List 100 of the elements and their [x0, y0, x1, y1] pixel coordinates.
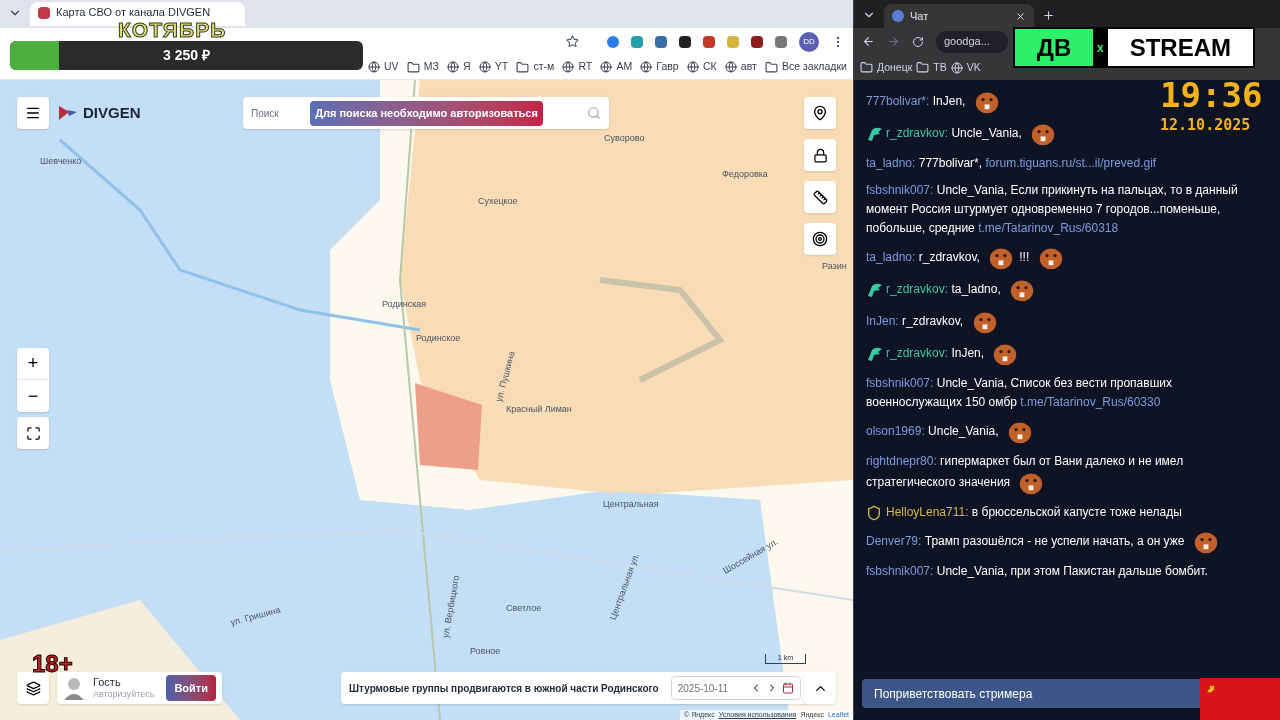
- chat-username[interactable]: r_zdravkov:: [886, 282, 949, 297]
- globe-icon: [368, 61, 380, 73]
- auth-toast: Для поиска необходимо авторизоваться: [310, 101, 543, 126]
- menu-icon: [25, 105, 41, 121]
- chat-username[interactable]: 777bolivar*:: [866, 94, 930, 109]
- place-label: Ровное: [470, 645, 501, 658]
- chat-message: ta_ladno: 777bolivar*, forum.tiguans.ru/st...il/preved.gif: [866, 155, 1157, 172]
- star-icon[interactable]: [566, 35, 579, 48]
- donation-overlay: 3 250 ₽: [10, 41, 363, 70]
- chat-message: r_zdravkov: InJen,: [866, 342, 1024, 366]
- eagle-badge-icon: [866, 126, 884, 142]
- chat-username[interactable]: fsbshnik007:: [866, 564, 934, 578]
- logo-text: DIVGEN: [83, 102, 141, 123]
- extension-icon[interactable]: [751, 35, 763, 48]
- back-icon[interactable]: [862, 35, 875, 48]
- chat-username[interactable]: r_zdravkov:: [886, 126, 949, 141]
- menu-button[interactable]: [17, 97, 49, 129]
- place-label: Родинское: [416, 332, 461, 345]
- chat-username[interactable]: r_zdravkov:: [886, 346, 949, 361]
- chat-link[interactable]: forum.tiguans.ru/st...il/preved.gif: [985, 156, 1157, 170]
- chat-message: olson1969: Uncle_Vania,: [866, 420, 1038, 444]
- place-label: Светлое: [506, 602, 542, 615]
- globe-icon: [686, 61, 699, 73]
- login-button[interactable]: Войти: [166, 675, 216, 701]
- globe-icon: [640, 61, 653, 73]
- chat-link[interactable]: t.me/Tatarinov_Rus/60330: [1020, 395, 1161, 409]
- bookmark[interactable]: авт: [722, 59, 759, 75]
- tab-favicon-icon: [892, 10, 904, 22]
- date-field[interactable]: 2025-10-11: [670, 676, 801, 700]
- chat-username[interactable]: Denver79:: [866, 534, 922, 549]
- chat-username[interactable]: olson1969:: [866, 424, 925, 439]
- chat-username[interactable]: ta_ladno:: [866, 250, 916, 265]
- date-overlay: 12.10.2025: [1160, 115, 1251, 136]
- avatar-icon: [63, 676, 85, 700]
- bookmark[interactable]: МЗ: [404, 59, 441, 75]
- map-pin-icon: [812, 105, 828, 121]
- calendar-icon[interactable]: [781, 682, 794, 694]
- zoom-out-button[interactable]: −: [17, 380, 49, 412]
- clock-overlay: 19:36: [1160, 74, 1263, 117]
- address-bar[interactable]: goodga...: [936, 30, 1008, 53]
- bookmark[interactable]: Донецк: [858, 59, 915, 76]
- place-label: Разин: [822, 260, 847, 273]
- fullscreen-icon: [25, 425, 41, 441]
- place-label: ул. Гришина: [229, 603, 283, 630]
- age-rating-overlay: 18+: [32, 649, 73, 679]
- lock-button[interactable]: [804, 139, 836, 171]
- target-button[interactable]: [804, 223, 836, 255]
- bookmark[interactable]: RT: [560, 59, 595, 75]
- place-label: Шевченко: [40, 155, 82, 168]
- chat-message: 777bolivar*: InJen,: [866, 90, 1005, 114]
- eagle-badge-icon: [866, 282, 884, 298]
- news-headline: Штурмовые группы продвигаются в южной части Родинского: [349, 681, 659, 696]
- new-tab-icon[interactable]: [1042, 9, 1055, 22]
- folder-icon: [765, 60, 778, 74]
- browser-tab[interactable]: Чат: [884, 4, 1034, 28]
- zoom-in-button[interactable]: +: [17, 348, 49, 380]
- bookmark[interactable]: ТВ: [914, 59, 949, 76]
- bookmark[interactable]: ст-м: [514, 59, 557, 75]
- place-label: ул. Вербицкого: [439, 574, 463, 639]
- chat-message: HelloyLena711: в брюссельской капусте тоже нелады: [866, 503, 1182, 522]
- bookmark[interactable]: YT: [476, 59, 511, 75]
- bookmark[interactable]: Все закладки: [763, 59, 849, 75]
- lock-icon: [812, 147, 828, 163]
- ruler-button[interactable]: [804, 181, 836, 213]
- bookmark[interactable]: AM: [598, 59, 635, 75]
- user-name: Гость: [93, 675, 122, 690]
- profile-avatar[interactable]: DD: [799, 31, 819, 52]
- chat-username[interactable]: ta_ladno:: [866, 156, 916, 170]
- layers-button[interactable]: [17, 672, 49, 704]
- user-hint: Авторизуйтесь: [93, 689, 155, 701]
- chat-message: InJen: r_zdravkov,: [866, 310, 1003, 334]
- chat-username[interactable]: fsbshnik007:: [866, 376, 934, 390]
- bookmark[interactable]: Гавр: [638, 59, 681, 75]
- chat-username[interactable]: fsbshnik007:: [866, 183, 934, 197]
- fullscreen-button[interactable]: [17, 417, 49, 449]
- chat-link[interactable]: t.me/Tatarinov_Rus/60318: [978, 221, 1119, 235]
- eagle-badge-icon: [866, 346, 884, 362]
- logo-icon: [57, 104, 79, 122]
- chat-username[interactable]: rightdnepr80:: [866, 454, 937, 468]
- bookmark[interactable]: UV: [366, 59, 401, 75]
- ruler-icon: [812, 189, 828, 205]
- shield-badge-icon: [866, 504, 882, 521]
- reload-icon[interactable]: [912, 35, 924, 48]
- close-icon[interactable]: [1015, 10, 1026, 22]
- extension-icon[interactable]: [679, 35, 691, 48]
- chat-message: r_zdravkov: ta_ladno,: [866, 278, 1041, 302]
- chat-username[interactable]: HelloyLena711:: [886, 505, 969, 519]
- place-label: Центральная: [603, 498, 659, 511]
- place-label: Красный Лиман: [506, 403, 572, 416]
- bookmark[interactable]: Я: [445, 59, 473, 75]
- bookmark[interactable]: VK: [948, 59, 983, 76]
- layers-icon: [25, 680, 41, 696]
- forward-icon[interactable]: [887, 35, 900, 48]
- folder-icon: [916, 61, 930, 74]
- globe-icon: [950, 61, 963, 74]
- map-pin-button[interactable]: [804, 97, 836, 129]
- globe-icon: [447, 61, 460, 73]
- place-label: Федоровка: [722, 168, 768, 181]
- bookmark[interactable]: СК: [684, 59, 719, 75]
- chat-username[interactable]: InJen:: [866, 314, 899, 329]
